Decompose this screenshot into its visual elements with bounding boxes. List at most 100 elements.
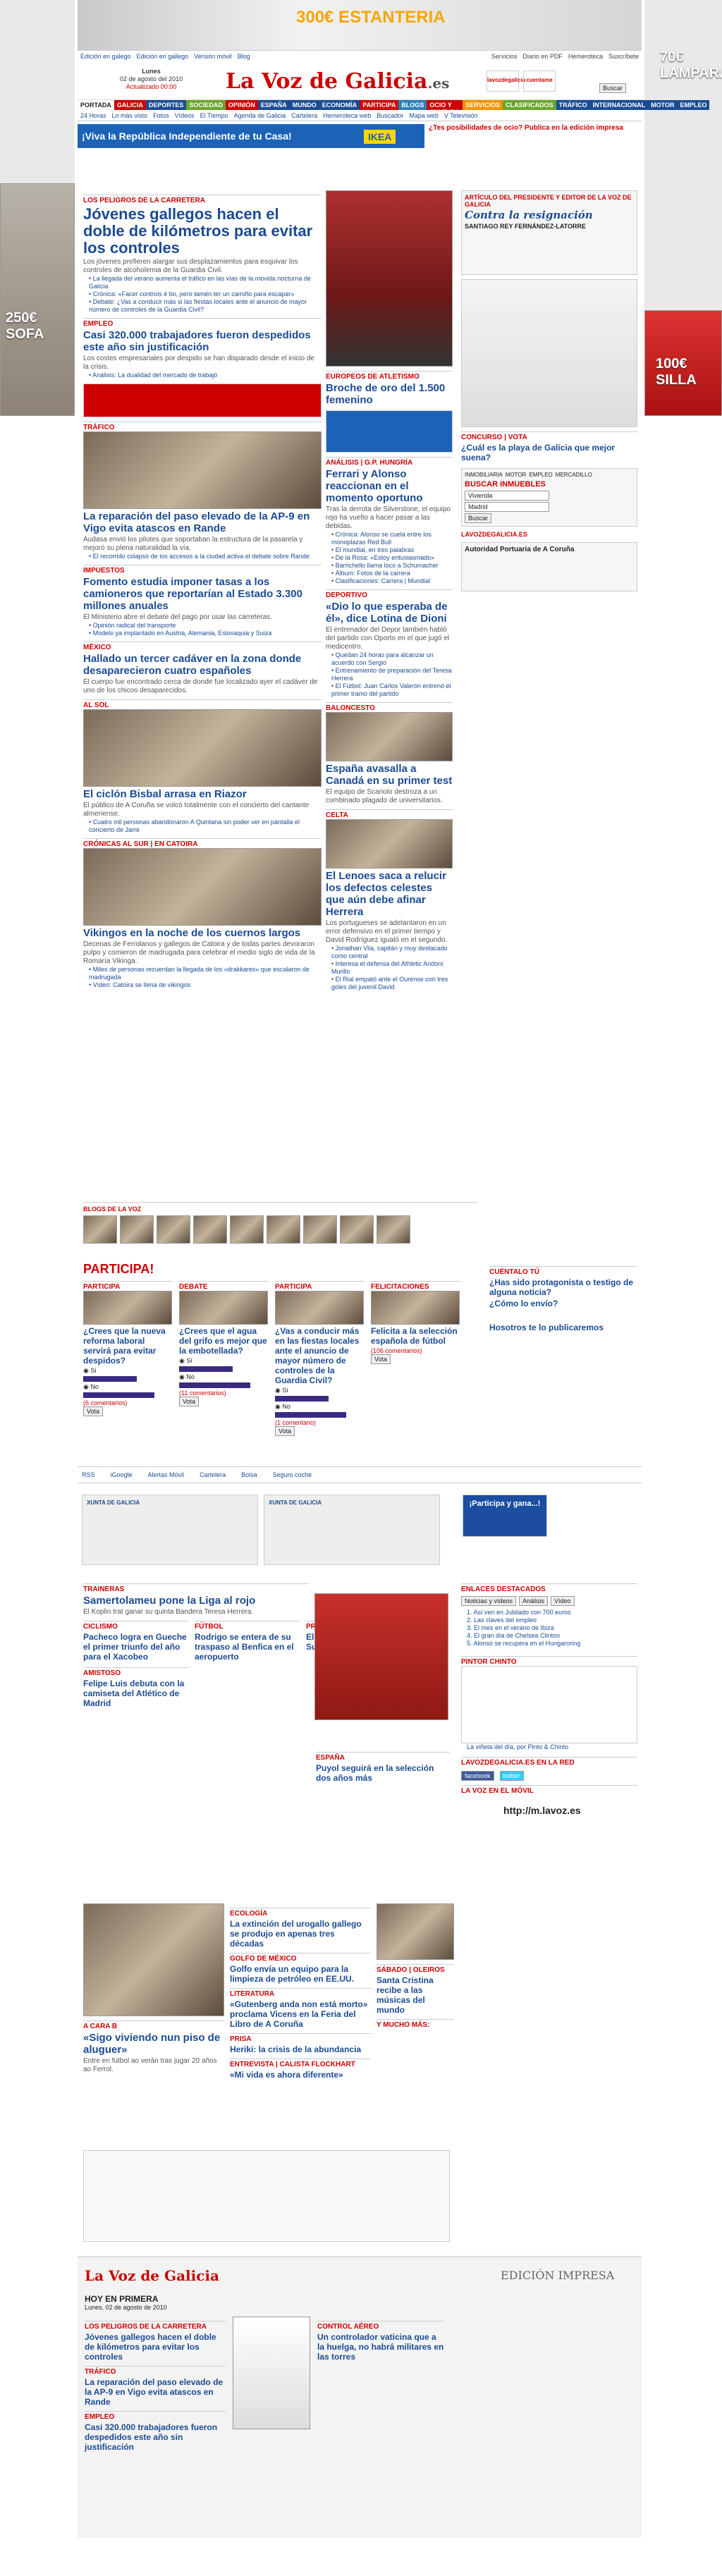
nav-item[interactable]: DEPORTES: [145, 100, 187, 110]
poll-yes[interactable]: ◉ Sí: [83, 1367, 172, 1375]
story-photo[interactable]: [83, 431, 322, 509]
headline[interactable]: Rodrigo se entera de su traspaso al Benf…: [195, 1632, 300, 1662]
related-link[interactable]: • Vídeo: Catoira se llena de vikingos: [83, 981, 322, 989]
enlace-item[interactable]: 2. Las claves del empleo: [461, 1617, 637, 1624]
nav-item[interactable]: ECONOMÍA: [319, 100, 360, 110]
classified-label[interactable]: LAVOZDEGALICIA.ES: [461, 531, 637, 538]
toplink[interactable]: Blog: [238, 53, 250, 60]
enlaces-tab[interactable]: Vídeo: [551, 1596, 575, 1606]
nav-item[interactable]: OCIO Y CULTURA: [427, 100, 463, 116]
related-link[interactable]: • Crónica: «Facer controis é bo, pero ta…: [83, 290, 322, 298]
related-link[interactable]: • Quedan 24 horas para alcanzar un acuer…: [326, 651, 453, 667]
headline[interactable]: Pacheco logra en Gueche el primer triunf…: [83, 1632, 189, 1662]
vote-button[interactable]: Vota: [371, 1354, 391, 1364]
province-select[interactable]: Madrid: [465, 502, 549, 512]
left-skyscraper-ad[interactable]: 250€ SOFA: [0, 0, 75, 416]
subnav-item[interactable]: Hemeroteca web: [323, 112, 371, 119]
blog-thumb[interactable]: [303, 1215, 337, 1244]
poll-no[interactable]: ◉ No: [83, 1383, 172, 1391]
related-link[interactable]: • Jonathan Vila, capitán y muy destacado…: [326, 945, 453, 960]
headline[interactable]: Golfo envía un equipo para la limpieza d…: [230, 1964, 371, 1984]
headline[interactable]: Heriki: la crisis de la abundancia: [230, 2044, 371, 2054]
enlaces-tab[interactable]: Noticias y vídeos: [461, 1596, 517, 1606]
enlace-item[interactable]: 1. Así ven en Jubilado con 700 euros: [461, 1609, 637, 1617]
tab-inmobiliaria[interactable]: INMOBILIARIA: [465, 472, 503, 478]
sabado-photo[interactable]: [377, 1903, 454, 1960]
facebook-button[interactable]: facebook: [461, 1771, 494, 1781]
poll-comments[interactable]: (11 comentarios): [179, 1390, 268, 1397]
headline[interactable]: Ferrari y Alonso reaccionan en el moment…: [326, 468, 453, 504]
headline[interactable]: El ciclón Bisbal arrasa en Riazor: [83, 788, 322, 800]
bottom-ad[interactable]: [83, 2150, 450, 2242]
acara-title[interactable]: «Sigo viviendo nun piso de aluguer»: [83, 2032, 224, 2056]
right-ad[interactable]: [461, 279, 637, 427]
blog-thumb[interactable]: [377, 1215, 410, 1244]
related-link[interactable]: • El recorrido colapsó de los accesos a …: [83, 553, 322, 560]
portuaria-box[interactable]: Autoridad Portuaria de A Coruña: [461, 542, 637, 591]
nav-item[interactable]: TRÁFICO: [556, 100, 590, 110]
blog-thumb[interactable]: [120, 1215, 154, 1244]
partner-logo[interactable]: lavozdegalicia: [487, 70, 525, 92]
participa-ad[interactable]: ¡Participa y gana...!: [463, 1495, 547, 1537]
ikea-ad[interactable]: ¡Viva la República Independiente de tu C…: [78, 124, 642, 148]
twitter-button[interactable]: twitter: [499, 1771, 524, 1781]
poll-yes[interactable]: ◉ Sí: [275, 1387, 364, 1394]
subnav-item[interactable]: Cartelera: [291, 112, 317, 119]
headline[interactable]: Jóvenes gallegos hacen el doble de kilóm…: [83, 206, 322, 257]
related-link[interactable]: • Barrichello llama loco a Schumacher: [326, 562, 453, 570]
nav-item[interactable]: PORTADA: [78, 100, 114, 110]
xunta-ad-1[interactable]: XUNTA DE GALICIA: [82, 1495, 258, 1565]
poll-question[interactable]: ¿Crees que el agua del grifo es mejor qu…: [179, 1326, 268, 1356]
subnav-item[interactable]: Lo más visto: [112, 112, 148, 119]
subnav-item[interactable]: El Tiempo: [200, 112, 228, 119]
cuentalo-q2[interactable]: ¿Cómo lo envío?: [489, 1299, 637, 1308]
nav-item[interactable]: MOTOR: [648, 100, 678, 110]
poll-no[interactable]: ◉ No: [179, 1373, 268, 1381]
related-link[interactable]: • Entrenamiento de preparación del Teres…: [326, 667, 453, 682]
toplink-right[interactable]: Servicios: [491, 53, 518, 60]
blog-thumb[interactable]: [157, 1215, 190, 1244]
subnav-item[interactable]: 24 Horas: [80, 112, 106, 119]
nav-item[interactable]: SERVICIOS: [463, 100, 503, 110]
cuentalo-q1[interactable]: ¿Has sido protagonista o testigo de algu…: [489, 1277, 637, 1297]
vote-button[interactable]: Vota: [83, 1406, 104, 1416]
blog-thumb[interactable]: [230, 1215, 264, 1244]
headline[interactable]: «Dio lo que esperaba de él», dice Lotina…: [326, 601, 453, 625]
footer-icon-link[interactable]: RSS: [82, 1471, 95, 1478]
toplink-right[interactable]: Hemeroteca: [568, 53, 603, 60]
related-link[interactable]: • El Fútbol: Juan Carlos Valerón entrenó…: [326, 682, 453, 698]
right-skyscraper-ad[interactable]: 70€ LAMPARA 100€ SILLA: [644, 0, 722, 416]
cuentalo-hosted[interactable]: Hosotros te lo publicaremos: [489, 1323, 637, 1332]
enlace-item[interactable]: 5. Alonso se recupera en el Hungaroring: [461, 1640, 637, 1648]
poll-comments[interactable]: (1 comentario): [275, 1419, 364, 1426]
subnav-item[interactable]: Vídeos: [175, 112, 195, 119]
headline[interactable]: La extinción del urogallo gallego se pro…: [230, 1919, 371, 1949]
nav-item[interactable]: INTERNACIONAL: [589, 100, 649, 110]
footer-icon-link[interactable]: Cartelera: [200, 1471, 226, 1478]
partner-logo[interactable]: cuentame: [523, 70, 556, 92]
related-link[interactable]: • Clasificaciones: Carrera | Mundial: [326, 577, 453, 585]
related-link[interactable]: • Debate: ¿Vas a conducir más si las fie…: [83, 298, 322, 314]
property-type-select[interactable]: Vivienda: [465, 491, 549, 501]
subnav-item[interactable]: V Televisión: [444, 112, 478, 119]
enlace-item[interactable]: 3. El mes en el verano de Ibiza: [461, 1624, 637, 1632]
concurso-question[interactable]: ¿Cuál es la playa de Galicia que mejor s…: [461, 443, 637, 462]
athlete-photo[interactable]: [326, 190, 453, 367]
story-photo[interactable]: [83, 709, 322, 787]
blog-thumb[interactable]: [83, 1215, 117, 1244]
nav-item[interactable]: PARTICIPA: [360, 100, 399, 110]
search-button[interactable]: Buscar: [599, 83, 627, 93]
related-link[interactable]: • De la Rosa: «Estoy entusiasmado»: [326, 554, 453, 562]
story-photo[interactable]: [326, 819, 453, 869]
top-banner-ad[interactable]: 300€ ESTANTERIA: [78, 0, 642, 51]
headline[interactable]: Fomento estudia imponer tasas a los cami…: [83, 576, 322, 612]
tab-empleo[interactable]: EMPLEO: [529, 472, 552, 478]
poll-question[interactable]: ¿Crees que la nueva reforma laboral serv…: [83, 1326, 172, 1366]
headline[interactable]: Samertolameu pone la Liga al rojo: [83, 1595, 309, 1607]
headline[interactable]: Felipe Luis debuta con la camiseta del A…: [83, 1679, 189, 1708]
vote-button[interactable]: Vota: [275, 1426, 295, 1436]
poll-photo[interactable]: [83, 1291, 172, 1325]
buscar-button[interactable]: Buscar: [465, 513, 492, 523]
footer-icon-link[interactable]: Alertas Móvil: [148, 1471, 185, 1478]
ikea-small-ad[interactable]: [326, 410, 453, 453]
